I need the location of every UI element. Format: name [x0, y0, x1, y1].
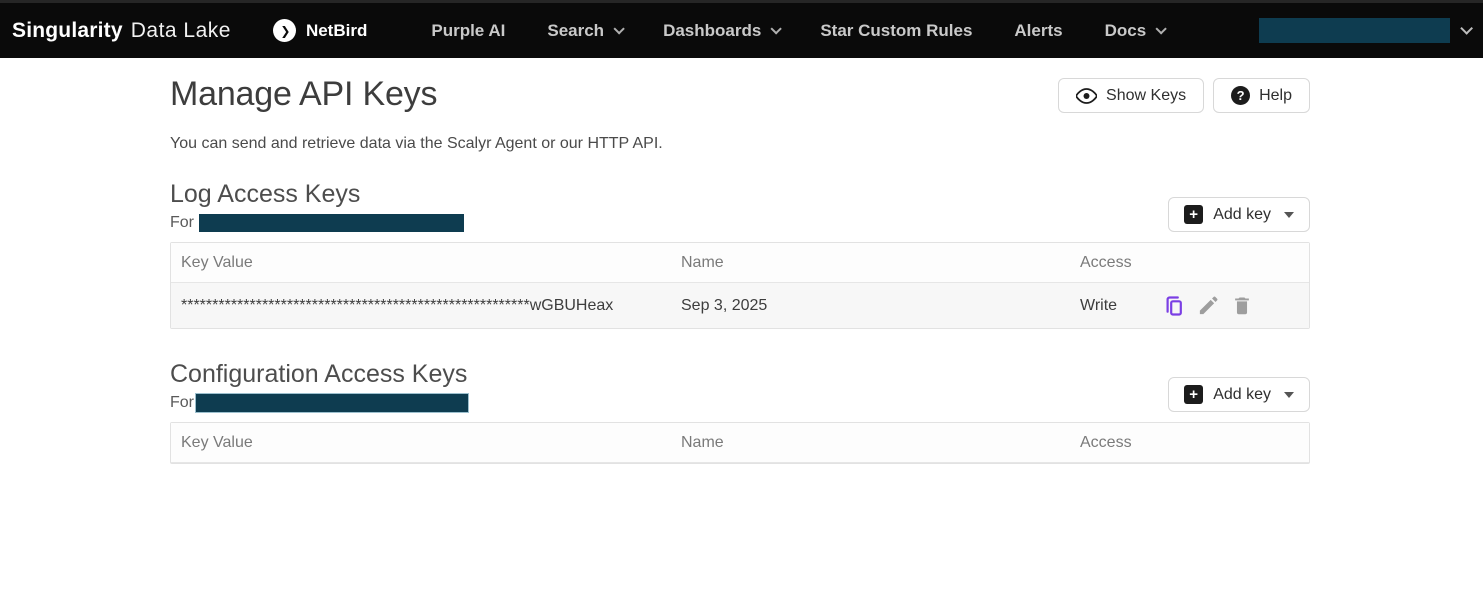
- column-header-access: Access: [1070, 434, 1166, 452]
- show-keys-label: Show Keys: [1106, 87, 1186, 105]
- chevron-down-icon: [1460, 22, 1473, 35]
- caret-down-icon: [1284, 212, 1294, 218]
- account-redacted-bar: [196, 394, 468, 412]
- log-keys-table: Key Value Name Access ******************…: [170, 242, 1310, 329]
- plus-icon: +: [1184, 385, 1203, 404]
- log-keys-title: Log Access Keys: [170, 180, 464, 209]
- main-content: Manage API Keys Show Keys ? Help You can…: [170, 75, 1310, 464]
- log-key-table-row: ****************************************…: [171, 283, 1309, 328]
- column-header-access: Access: [1070, 254, 1166, 272]
- question-mark-icon: ?: [1231, 86, 1250, 105]
- nav-item-search[interactable]: Search: [547, 21, 621, 41]
- delete-key-button[interactable]: [1231, 294, 1253, 317]
- key-access-cell: Write: [1070, 297, 1166, 315]
- key-name-cell: Sep 3, 2025: [671, 297, 1070, 315]
- workspace-label: NetBird: [306, 21, 367, 41]
- workspace-switcher[interactable]: ❯ NetBird: [273, 19, 367, 42]
- key-value-cell: ****************************************…: [171, 297, 671, 315]
- header-buttons: Show Keys ? Help: [1058, 78, 1310, 113]
- account-redacted-bar: [199, 214, 464, 232]
- log-keys-for-line: For: [170, 214, 464, 232]
- caret-down-icon: [1284, 392, 1294, 398]
- column-header-key-value: Key Value: [171, 254, 671, 272]
- log-keys-section-header: Log Access Keys For + Add key: [170, 180, 1310, 232]
- nav-item-alerts[interactable]: Alerts: [1014, 21, 1062, 41]
- nav-item-purple-ai[interactable]: Purple AI: [431, 21, 505, 41]
- nav-item-label: Alerts: [1014, 21, 1062, 41]
- add-key-label: Add key: [1213, 206, 1271, 224]
- for-label: For: [170, 214, 194, 232]
- nav-item-label: Star Custom Rules: [820, 21, 972, 41]
- help-button[interactable]: ? Help: [1213, 78, 1310, 113]
- for-label: For: [170, 394, 194, 412]
- page-title: Manage API Keys: [170, 75, 437, 114]
- config-keys-table-header: Key Value Name Access: [171, 423, 1309, 463]
- chevron-down-icon: [1156, 23, 1167, 34]
- column-header-key-value: Key Value: [171, 434, 671, 452]
- chevron-down-icon: [771, 23, 782, 34]
- nav-item-label: Purple AI: [431, 21, 505, 41]
- log-keys-heading-block: Log Access Keys For: [170, 180, 464, 232]
- brand-product: Data Lake: [131, 19, 231, 43]
- add-key-label: Add key: [1213, 386, 1271, 404]
- config-keys-heading-block: Configuration Access Keys For: [170, 360, 468, 412]
- column-header-name: Name: [671, 254, 1070, 272]
- arrow-right-circle-icon: ❯: [273, 19, 296, 42]
- nav-item-label: Search: [547, 21, 604, 41]
- page-header: Manage API Keys Show Keys ? Help: [170, 75, 1310, 114]
- trash-icon: [1231, 294, 1253, 317]
- top-navbar: Singularity Data Lake ❯ NetBird Purple A…: [0, 0, 1483, 58]
- log-keys-table-header: Key Value Name Access: [171, 243, 1309, 283]
- add-log-key-button[interactable]: + Add key: [1168, 197, 1310, 232]
- nav-item-dashboards[interactable]: Dashboards: [663, 21, 778, 41]
- edit-key-button[interactable]: [1197, 294, 1220, 317]
- config-keys-section-header: Configuration Access Keys For + Add key: [170, 360, 1310, 412]
- nav-items: Purple AI Search Dashboards Star Custom …: [431, 21, 1163, 41]
- copy-icon: [1166, 294, 1186, 318]
- copy-key-button[interactable]: [1166, 294, 1186, 318]
- nav-item-label: Docs: [1105, 21, 1147, 41]
- help-label: Help: [1259, 87, 1292, 105]
- config-keys-table: Key Value Name Access: [170, 422, 1310, 464]
- add-config-key-button[interactable]: + Add key: [1168, 377, 1310, 412]
- config-keys-for-line: For: [170, 394, 468, 412]
- pencil-icon: [1197, 294, 1220, 317]
- config-keys-title: Configuration Access Keys: [170, 360, 468, 389]
- show-keys-button[interactable]: Show Keys: [1058, 78, 1204, 113]
- nav-item-label: Dashboards: [663, 21, 761, 41]
- page-intro: You can send and retrieve data via the S…: [170, 135, 1310, 153]
- plus-icon: +: [1184, 205, 1203, 224]
- account-menu[interactable]: [1259, 18, 1469, 43]
- eye-icon: [1076, 88, 1097, 104]
- brand-name: Singularity: [12, 19, 123, 43]
- brand-logo[interactable]: Singularity Data Lake: [12, 19, 231, 43]
- nav-item-star-custom-rules[interactable]: Star Custom Rules: [820, 21, 972, 41]
- account-name-redacted: [1259, 18, 1450, 43]
- column-header-name: Name: [671, 434, 1070, 452]
- row-actions: Copy to Clipboard: [1166, 294, 1309, 318]
- chevron-down-icon: [614, 23, 625, 34]
- nav-item-docs[interactable]: Docs: [1105, 21, 1164, 41]
